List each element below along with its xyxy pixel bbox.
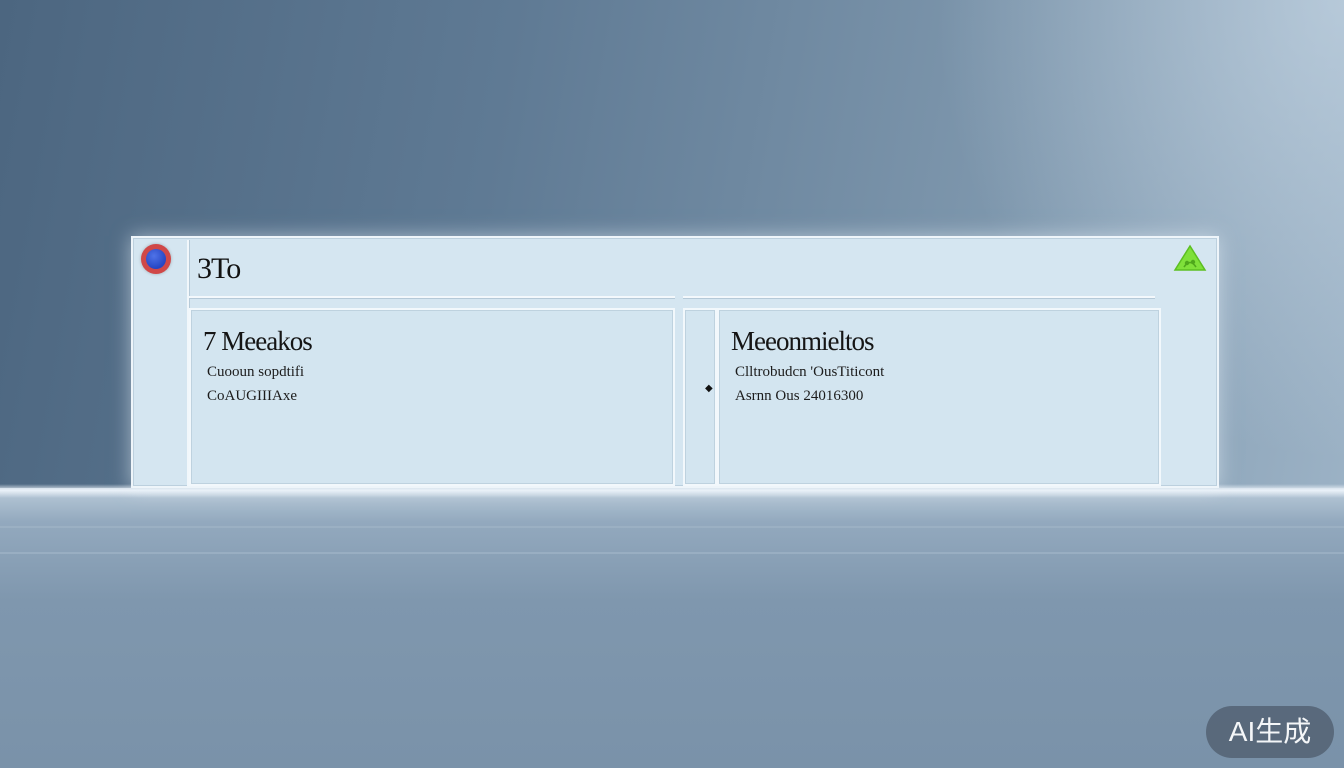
content-panel-right[interactable]: Meeonmieltos Clltrobudcn 'OusTiticont As… — [717, 308, 1161, 486]
content-panel-left[interactable]: 7 Meeakos Cuooun sopdtifi CoAUGIIIAxe — [189, 308, 675, 486]
title-divider — [675, 296, 683, 300]
panel-line: CoAUGIIIAxe — [207, 388, 297, 404]
window-title: 3To — [197, 252, 241, 285]
title-bar: 3To — [189, 240, 1155, 300]
panel-line: Cuooun sopdtifi — [207, 364, 305, 380]
floor-line — [0, 526, 1344, 528]
panel-separator: ◆ — [683, 308, 717, 486]
app-window: 3To 7 Meeakos Cuooun sopdtifi CoAUGIIIAx… — [131, 236, 1219, 488]
bullet-icon: ◆ — [705, 383, 713, 394]
panel-title: 7 Meeakos — [203, 326, 313, 356]
app-logo-icon[interactable] — [141, 244, 171, 274]
floor — [0, 488, 1344, 768]
warning-icon[interactable] — [1173, 244, 1207, 272]
floor-line — [0, 552, 1344, 554]
panel-title: Meeonmieltos — [731, 326, 874, 356]
panel-line: Clltrobudcn 'OusTiticont — [735, 364, 885, 380]
panel-line: Asrnn Ous 24016300 — [735, 388, 864, 404]
ai-generated-badge: AI生成 — [1206, 706, 1334, 758]
